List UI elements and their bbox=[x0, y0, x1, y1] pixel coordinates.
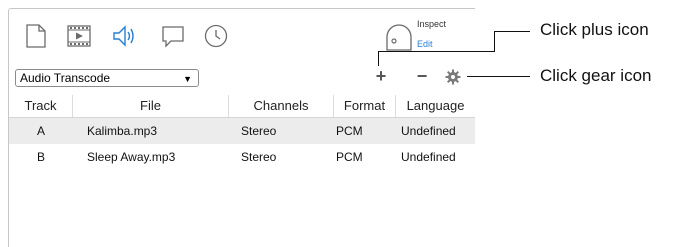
transcode-select-value: Audio Transcode bbox=[20, 71, 111, 85]
plus-callout-line bbox=[494, 31, 495, 52]
plus-callout-line bbox=[494, 31, 530, 32]
table-row[interactable]: A Kalimba.mp3 Stereo PCM Undefined bbox=[9, 118, 475, 144]
toolbar: Inspect Edit bbox=[9, 9, 475, 61]
cell-language: Undefined bbox=[401, 150, 456, 164]
cell-format: PCM bbox=[336, 124, 363, 138]
table-row[interactable]: B Sleep Away.mp3 Stereo PCM Undefined bbox=[9, 144, 475, 170]
minus-icon[interactable]: − bbox=[415, 67, 429, 85]
comment-icon[interactable] bbox=[160, 23, 186, 49]
clock-icon[interactable] bbox=[203, 23, 229, 49]
cell-format: PCM bbox=[336, 150, 363, 164]
audio-icon[interactable] bbox=[110, 23, 136, 49]
plus-icon[interactable]: + bbox=[374, 67, 388, 85]
gear-icon[interactable] bbox=[445, 69, 461, 85]
plus-callout-text: Click plus icon bbox=[540, 20, 649, 39]
inspect-control: Inspect Edit bbox=[384, 19, 464, 55]
table-header: Track File Channels Format Language bbox=[9, 95, 475, 118]
inspect-icon[interactable] bbox=[384, 23, 414, 53]
cell-file: Sleep Away.mp3 bbox=[87, 150, 176, 164]
cell-channels: Stereo bbox=[241, 150, 277, 164]
edit-link[interactable]: Edit bbox=[417, 39, 433, 49]
document-icon[interactable] bbox=[23, 23, 49, 49]
column-header-channels[interactable]: Channels bbox=[229, 95, 334, 117]
plus-callout-line bbox=[378, 51, 494, 52]
cell-track: B bbox=[36, 150, 45, 164]
column-header-format[interactable]: Format bbox=[334, 95, 396, 117]
gear-callout-line bbox=[467, 76, 530, 77]
column-header-language[interactable]: Language bbox=[396, 95, 475, 117]
column-header-track[interactable]: Track bbox=[9, 95, 73, 117]
cell-track: A bbox=[36, 124, 45, 138]
inspect-label: Inspect bbox=[417, 19, 447, 29]
chevron-down-icon: ▼ bbox=[183, 74, 192, 84]
cell-file: Kalimba.mp3 bbox=[87, 124, 158, 138]
column-header-file[interactable]: File bbox=[73, 95, 229, 117]
cell-language: Undefined bbox=[401, 124, 456, 138]
cell-channels: Stereo bbox=[241, 124, 277, 138]
video-icon[interactable] bbox=[66, 23, 92, 49]
transcode-select[interactable]: Audio Transcode ▼ bbox=[15, 69, 199, 87]
tracks-table: Track File Channels Format Language A Ka… bbox=[9, 95, 475, 170]
audio-panel: Inspect Edit Audio Transcode ▼ + − Track… bbox=[8, 8, 475, 247]
gear-callout-text: Click gear icon bbox=[540, 66, 652, 85]
plus-callout-line bbox=[378, 51, 379, 66]
